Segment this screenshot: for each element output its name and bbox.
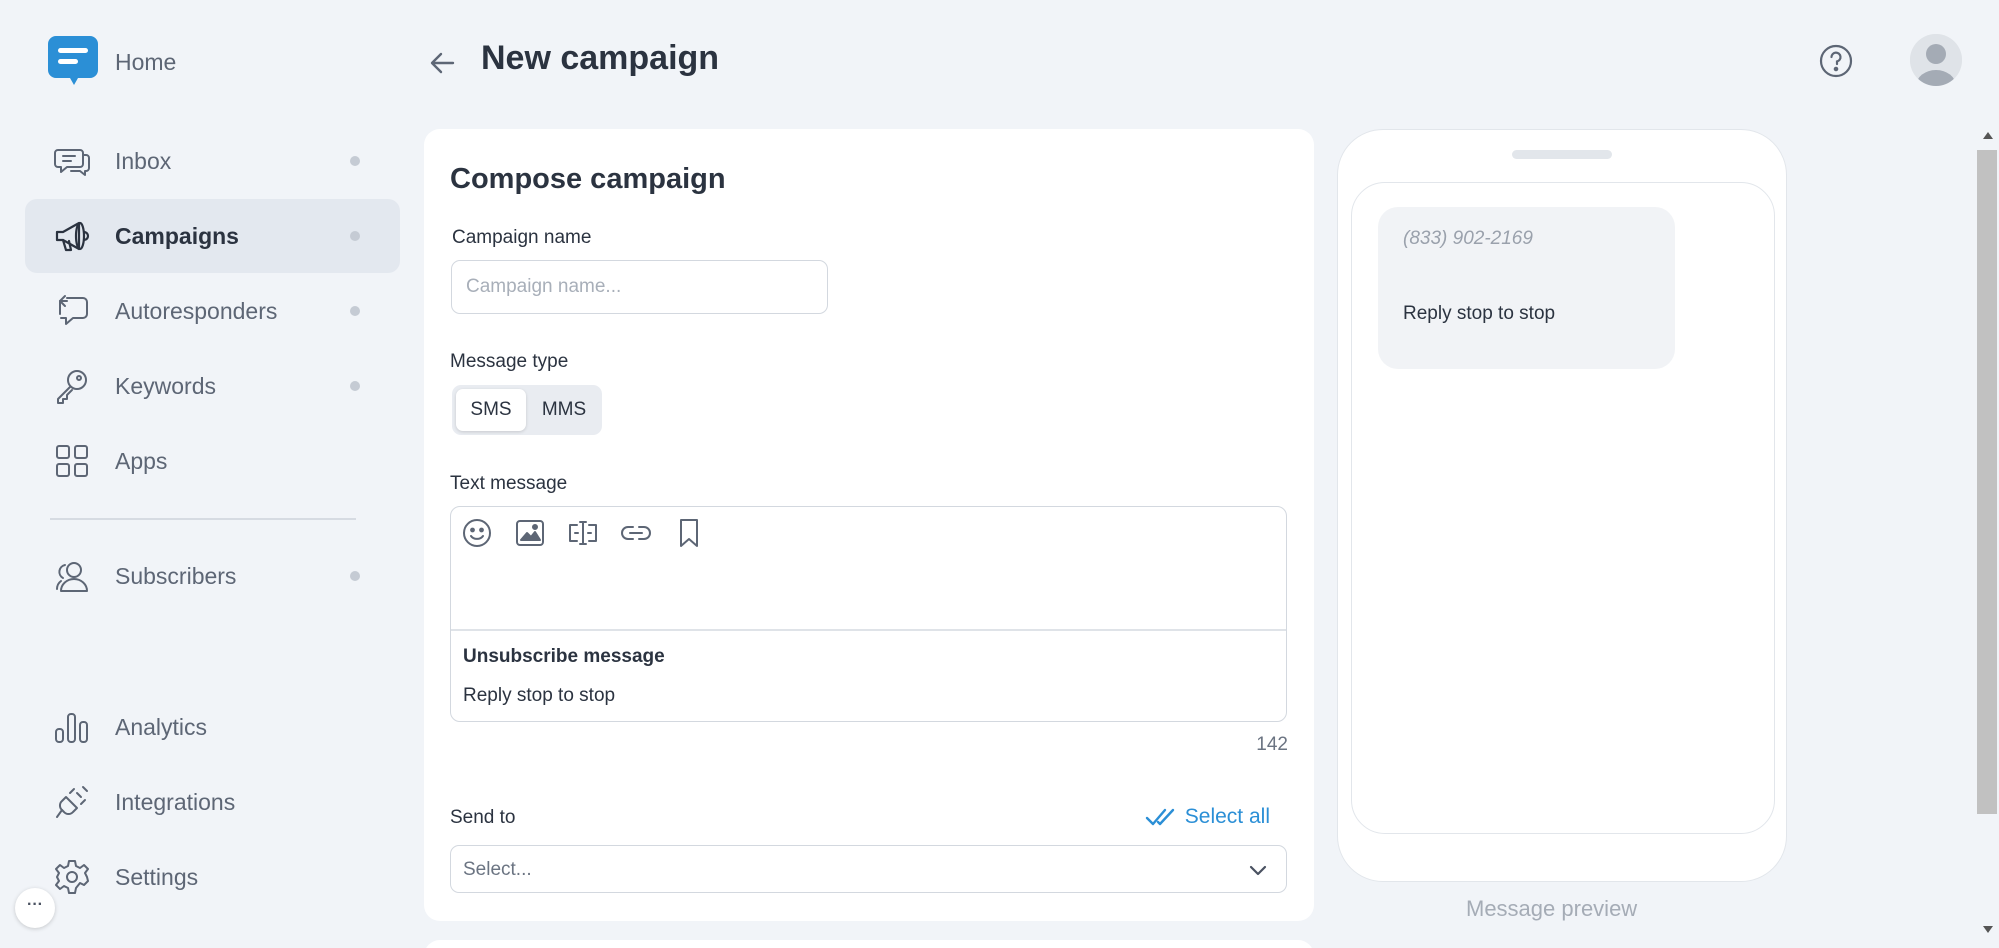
- phone-preview: (833) 902-2169 Reply stop to stop: [1337, 129, 1787, 882]
- bar-chart-icon: [53, 708, 91, 746]
- sidebar-item-label: Settings: [115, 863, 199, 890]
- sidebar-item-label: Subscribers: [115, 562, 237, 589]
- sidebar-item-analytics[interactable]: Analytics: [25, 690, 400, 764]
- sidebar-item-subscribers[interactable]: Subscribers: [25, 539, 400, 613]
- home-link[interactable]: Home: [48, 34, 176, 86]
- text-message-label: Text message: [450, 473, 568, 494]
- scroll-up-arrow[interactable]: [1983, 132, 1993, 139]
- select-placeholder: Select...: [463, 859, 532, 880]
- logo-icon: [48, 36, 98, 85]
- unsubscribe-label: Unsubscribe message: [463, 646, 665, 667]
- select-all-label: Select all: [1184, 805, 1270, 828]
- sidebar-divider: [50, 518, 356, 520]
- megaphone-icon: [53, 217, 91, 255]
- status-dot: [350, 381, 360, 391]
- phone-screen: (833) 902-2169 Reply stop to stop: [1351, 182, 1775, 834]
- sidebar-item-settings[interactable]: Settings: [25, 840, 400, 914]
- sidebar-item-campaigns[interactable]: Campaigns: [25, 199, 400, 273]
- user-icon: [1910, 34, 1962, 86]
- sidebar-item-keywords[interactable]: Keywords: [25, 349, 400, 423]
- merge-field-icon[interactable]: [567, 517, 599, 549]
- sidebar-item-label: Keywords: [115, 372, 216, 399]
- preview-caption: Message preview: [1466, 896, 1638, 921]
- editor-divider: [451, 629, 1286, 631]
- emoji-icon[interactable]: [461, 517, 493, 549]
- phone-speaker: [1512, 150, 1612, 159]
- chevron-down-icon: [1249, 865, 1267, 876]
- chat-bubbles-icon: [53, 142, 91, 180]
- status-dot: [350, 571, 360, 581]
- sidebar-item-integrations[interactable]: Integrations: [25, 765, 400, 839]
- avatar[interactable]: [1910, 34, 1962, 86]
- home-label: Home: [115, 49, 177, 75]
- sidebar-item-label: Autoresponders: [115, 297, 278, 324]
- campaign-name-label: Campaign name: [452, 227, 592, 248]
- link-icon[interactable]: [620, 517, 652, 549]
- sidebar-item-apps[interactable]: Apps: [25, 424, 400, 498]
- mms-option[interactable]: MMS: [530, 389, 598, 431]
- unsubscribe-text: Reply stop to stop: [463, 685, 616, 706]
- sidebar-item-label: Inbox: [115, 147, 172, 174]
- page-title: New campaign: [481, 39, 720, 77]
- card-title: Compose campaign: [450, 163, 726, 195]
- image-icon[interactable]: [514, 517, 546, 549]
- sender-number: (833) 902-2169: [1403, 228, 1533, 249]
- sidebar-item-label: Analytics: [115, 713, 208, 740]
- sidebar: Home Inbox Campaigns Autoresponders Keyw…: [0, 0, 420, 948]
- scrollbar[interactable]: [1975, 120, 1999, 948]
- scroll-thumb[interactable]: [1977, 150, 1997, 814]
- select-all-button[interactable]: Select all: [1145, 805, 1270, 829]
- message-bubble: (833) 902-2169 Reply stop to stop: [1378, 207, 1675, 369]
- sidebar-item-label: Integrations: [115, 788, 236, 815]
- preview-message: Reply stop to stop: [1403, 303, 1556, 324]
- users-icon: [53, 557, 91, 595]
- message-type-label: Message type: [450, 351, 569, 372]
- text-message-editor[interactable]: Unsubscribe message Reply stop to stop: [450, 506, 1287, 722]
- send-to-label: Send to: [450, 807, 516, 828]
- more-button[interactable]: ···: [15, 888, 55, 928]
- sms-option[interactable]: SMS: [456, 389, 526, 431]
- message-type-toggle: SMS MMS: [452, 385, 602, 435]
- status-dot: [350, 231, 360, 241]
- sidebar-item-label: Apps: [115, 447, 168, 474]
- campaign-name-input[interactable]: [451, 260, 828, 314]
- scroll-down-arrow[interactable]: [1983, 926, 1993, 933]
- compose-card: Compose campaign Campaign name Message t…: [424, 129, 1314, 921]
- status-dot: [350, 306, 360, 316]
- bookmark-icon[interactable]: [673, 517, 705, 549]
- back-arrow-icon[interactable]: [425, 45, 461, 81]
- status-dot: [350, 156, 360, 166]
- autoresponder-icon: [53, 292, 91, 330]
- double-check-icon: [1145, 808, 1174, 826]
- sidebar-item-inbox[interactable]: Inbox: [25, 124, 400, 198]
- grid-icon: [53, 442, 91, 480]
- help-icon[interactable]: [1818, 43, 1854, 79]
- app: Home Inbox Campaigns Autoresponders Keyw…: [0, 0, 1999, 948]
- gear-icon: [53, 858, 91, 896]
- character-count: 142: [1256, 734, 1288, 755]
- send-to-select[interactable]: Select...: [450, 845, 1287, 893]
- sidebar-item-label: Campaigns: [115, 222, 239, 249]
- next-card-edge: [424, 940, 1314, 948]
- plug-icon: [53, 783, 91, 821]
- editor-toolbar: [461, 517, 705, 549]
- sidebar-item-autoresponders[interactable]: Autoresponders: [25, 274, 400, 348]
- key-icon: [53, 367, 91, 405]
